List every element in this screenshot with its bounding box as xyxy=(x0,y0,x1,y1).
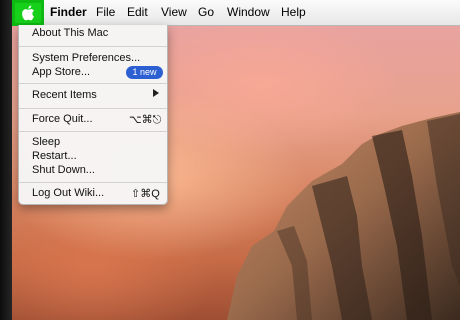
apple-menu-button[interactable] xyxy=(12,0,44,26)
menu-item-sleep[interactable]: Sleep xyxy=(32,136,60,148)
menu-separator xyxy=(19,83,167,84)
menu-item-restart[interactable]: Restart... xyxy=(32,150,77,162)
menu-view[interactable]: View xyxy=(161,5,187,19)
apple-menu-dropdown: About This Mac System Preferences... App… xyxy=(18,25,168,205)
menu-separator xyxy=(19,182,167,183)
apple-logo-icon xyxy=(22,5,34,21)
menu-window[interactable]: Window xyxy=(227,5,270,19)
menu-item-app-store[interactable]: App Store... xyxy=(32,66,90,78)
submenu-arrow-icon xyxy=(153,89,159,97)
menu-item-recent-items[interactable]: Recent Items xyxy=(32,89,97,101)
menu-file[interactable]: File xyxy=(96,5,115,19)
menu-separator xyxy=(19,131,167,132)
window-edge xyxy=(0,0,12,320)
menu-item-about-this-mac[interactable]: About This Mac xyxy=(32,27,108,39)
menu-item-log-out[interactable]: Log Out Wiki... xyxy=(32,187,104,199)
app-store-update-badge: 1 new xyxy=(126,66,163,79)
menu-help[interactable]: Help xyxy=(281,5,306,19)
menu-bar: Finder File Edit View Go Window Help xyxy=(12,0,460,26)
log-out-shortcut: ⇧⌘Q xyxy=(131,188,160,200)
menu-item-system-preferences[interactable]: System Preferences... xyxy=(32,52,140,64)
force-quit-shortcut: ⌥⌘⎋ xyxy=(129,114,162,126)
menu-separator xyxy=(19,108,167,109)
menu-edit[interactable]: Edit xyxy=(127,5,148,19)
menu-separator xyxy=(19,46,167,47)
menu-go[interactable]: Go xyxy=(198,5,214,19)
menu-item-shut-down[interactable]: Shut Down... xyxy=(32,164,95,176)
menu-item-force-quit[interactable]: Force Quit... xyxy=(32,113,93,125)
menu-finder[interactable]: Finder xyxy=(50,5,87,19)
